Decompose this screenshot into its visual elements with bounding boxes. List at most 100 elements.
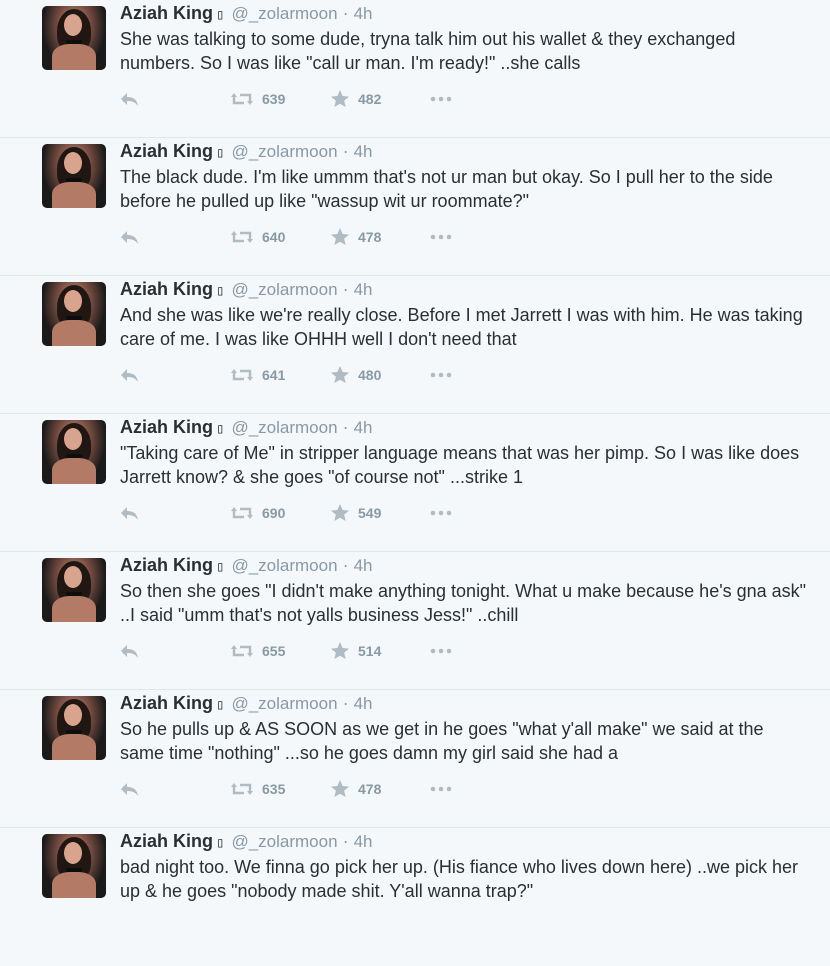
user-fullname[interactable]: Aziah King (120, 141, 213, 161)
separator-dot: · (342, 417, 349, 437)
reply-icon (120, 643, 140, 659)
tweet[interactable]: Aziah King ▯ @_zolarmoon · 4h So then she… (0, 552, 830, 690)
tweet-text: The black dude. I'm like ummm that's not… (120, 167, 773, 211)
more-button[interactable] (430, 648, 470, 654)
emoji-glyph: ▯ (216, 283, 225, 299)
tweet-actions: 640 478 (120, 226, 470, 248)
tweet-timestamp[interactable]: 4h (354, 418, 373, 437)
retweet-button[interactable]: 641 (230, 367, 330, 383)
user-handle[interactable]: @_zolarmoon (231, 418, 337, 437)
avatar[interactable] (42, 558, 106, 622)
favorite-button[interactable]: 482 (330, 90, 430, 108)
favorite-button[interactable]: 549 (330, 504, 430, 522)
favorite-count: 549 (358, 505, 382, 521)
more-dots-icon (430, 96, 452, 102)
retweet-icon (230, 643, 254, 659)
tweet-header: Aziah King ▯ @_zolarmoon · 4h (120, 830, 373, 854)
reply-icon (120, 781, 140, 797)
reply-button[interactable] (120, 643, 230, 659)
user-fullname[interactable]: Aziah King (120, 417, 213, 437)
more-button[interactable] (430, 96, 470, 102)
tweet-timestamp[interactable]: 4h (354, 832, 373, 851)
tweet-timestamp[interactable]: 4h (354, 556, 373, 575)
retweet-button[interactable]: 635 (230, 781, 330, 797)
reply-icon (120, 505, 140, 521)
more-button[interactable] (430, 372, 470, 378)
more-dots-icon (430, 372, 452, 378)
tweet-header: Aziah King ▯ @_zolarmoon · 4h (120, 2, 373, 26)
tweet[interactable]: Aziah King ▯ @_zolarmoon · 4h And she was… (0, 276, 830, 414)
user-fullname[interactable]: Aziah King (120, 831, 213, 851)
tweet-timestamp[interactable]: 4h (354, 280, 373, 299)
tweet[interactable]: Aziah King ▯ @_zolarmoon · 4h bad night t… (0, 828, 830, 966)
reply-icon (120, 367, 140, 383)
separator-dot: · (342, 831, 349, 851)
user-handle[interactable]: @_zolarmoon (231, 4, 337, 23)
favorite-count: 514 (358, 643, 382, 659)
favorite-button[interactable]: 478 (330, 780, 430, 798)
user-handle[interactable]: @_zolarmoon (231, 832, 337, 851)
star-icon (330, 90, 350, 108)
avatar[interactable] (42, 834, 106, 898)
user-handle[interactable]: @_zolarmoon (231, 556, 337, 575)
more-button[interactable] (430, 510, 470, 516)
retweet-button[interactable]: 639 (230, 91, 330, 107)
emoji-glyph: ▯ (216, 559, 225, 575)
separator-dot: · (342, 141, 349, 161)
favorite-button[interactable]: 480 (330, 366, 430, 384)
tweet-actions: 639 482 (120, 88, 470, 110)
emoji-glyph: ▯ (216, 835, 225, 851)
user-fullname[interactable]: Aziah King (120, 693, 213, 713)
reply-button[interactable] (120, 781, 230, 797)
star-icon (330, 642, 350, 660)
more-dots-icon (430, 234, 452, 240)
reply-button[interactable] (120, 367, 230, 383)
avatar[interactable] (42, 696, 106, 760)
user-fullname[interactable]: Aziah King (120, 279, 213, 299)
tweet-timestamp[interactable]: 4h (354, 142, 373, 161)
emoji-glyph: ▯ (216, 145, 225, 161)
reply-icon (120, 91, 140, 107)
more-button[interactable] (430, 234, 470, 240)
tweet[interactable]: Aziah King ▯ @_zolarmoon · 4h "Taking car… (0, 414, 830, 552)
reply-button[interactable] (120, 91, 230, 107)
retweet-button[interactable]: 640 (230, 229, 330, 245)
user-handle[interactable]: @_zolarmoon (231, 694, 337, 713)
tweet-actions: 641 480 (120, 364, 470, 386)
separator-dot: · (342, 693, 349, 713)
retweet-button[interactable]: 655 (230, 643, 330, 659)
tweet[interactable]: Aziah King ▯ @_zolarmoon · 4h She was tal… (0, 0, 830, 138)
emoji-glyph: ▯ (216, 7, 225, 23)
avatar[interactable] (42, 144, 106, 208)
avatar[interactable] (42, 6, 106, 70)
star-icon (330, 366, 350, 384)
tweet-header: Aziah King ▯ @_zolarmoon · 4h (120, 416, 373, 440)
favorite-count: 478 (358, 781, 382, 797)
tweet-timestamp[interactable]: 4h (354, 694, 373, 713)
favorite-button[interactable]: 478 (330, 228, 430, 246)
star-icon (330, 780, 350, 798)
tweet-timestamp[interactable]: 4h (354, 4, 373, 23)
retweet-count: 690 (262, 505, 286, 521)
retweet-button[interactable]: 690 (230, 505, 330, 521)
retweet-count: 640 (262, 229, 286, 245)
tweet-header: Aziah King ▯ @_zolarmoon · 4h (120, 692, 373, 716)
tweet-header: Aziah King ▯ @_zolarmoon · 4h (120, 554, 373, 578)
retweet-count: 641 (262, 367, 286, 383)
tweet[interactable]: Aziah King ▯ @_zolarmoon · 4h So he pulls… (0, 690, 830, 828)
more-button[interactable] (430, 786, 470, 792)
favorite-button[interactable]: 514 (330, 642, 430, 660)
reply-button[interactable] (120, 229, 230, 245)
avatar[interactable] (42, 282, 106, 346)
reply-button[interactable] (120, 505, 230, 521)
user-fullname[interactable]: Aziah King (120, 555, 213, 575)
user-fullname[interactable]: Aziah King (120, 3, 213, 23)
tweet-text: She was talking to some dude, tryna talk… (120, 29, 736, 73)
favorite-count: 482 (358, 91, 382, 107)
retweet-count: 655 (262, 643, 286, 659)
user-handle[interactable]: @_zolarmoon (231, 142, 337, 161)
avatar[interactable] (42, 420, 106, 484)
tweet-header: Aziah King ▯ @_zolarmoon · 4h (120, 140, 373, 164)
tweet[interactable]: Aziah King ▯ @_zolarmoon · 4h The black d… (0, 138, 830, 276)
user-handle[interactable]: @_zolarmoon (231, 280, 337, 299)
